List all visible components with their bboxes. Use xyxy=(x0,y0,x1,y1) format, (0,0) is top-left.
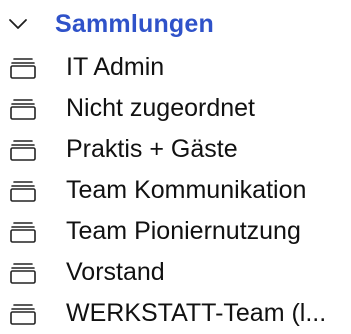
collection-item-label: Vorstand xyxy=(66,258,165,286)
collection-item-vorstand[interactable]: Vorstand xyxy=(0,252,351,293)
collection-stack-icon xyxy=(10,129,38,170)
collection-item-label: Team Pioniernutzung xyxy=(66,217,301,245)
collection-item-label: Nicht zugeordnet xyxy=(66,94,256,122)
collection-item-werkstatt-team[interactable]: WERKSTATT-Team (l... xyxy=(0,293,351,334)
collection-item-nicht-zugeordnet[interactable]: Nicht zugeordnet xyxy=(0,88,351,129)
collection-item-praktis-gaeste[interactable]: Praktis + Gäste xyxy=(0,129,351,170)
chevron-down-icon[interactable] xyxy=(0,4,30,44)
collection-item-it-admin[interactable]: IT Admin xyxy=(0,47,351,88)
collection-item-team-pioniernutzung[interactable]: Team Pioniernutzung xyxy=(0,211,351,252)
collection-item-label: Praktis + Gäste xyxy=(66,135,238,163)
collections-list: IT Admin Nicht zugeordnet Praktis + Gäst… xyxy=(0,47,351,334)
collection-item-label: IT Admin xyxy=(66,53,165,81)
collection-stack-icon xyxy=(10,88,38,129)
collections-panel: Sammlungen IT Admin Nicht zugeordnet Pra… xyxy=(0,0,351,329)
collection-stack-icon xyxy=(10,47,38,88)
collection-stack-icon xyxy=(10,211,38,252)
collection-item-label: Team Kommunikation xyxy=(66,176,307,204)
collections-title: Sammlungen xyxy=(55,10,214,38)
collection-stack-icon xyxy=(10,170,38,211)
collections-header[interactable]: Sammlungen xyxy=(0,4,351,44)
collection-item-team-kommunikation[interactable]: Team Kommunikation xyxy=(0,170,351,211)
collection-stack-icon xyxy=(10,293,38,334)
collection-stack-icon xyxy=(10,252,38,293)
collection-item-label: WERKSTATT-Team (l... xyxy=(66,299,327,327)
